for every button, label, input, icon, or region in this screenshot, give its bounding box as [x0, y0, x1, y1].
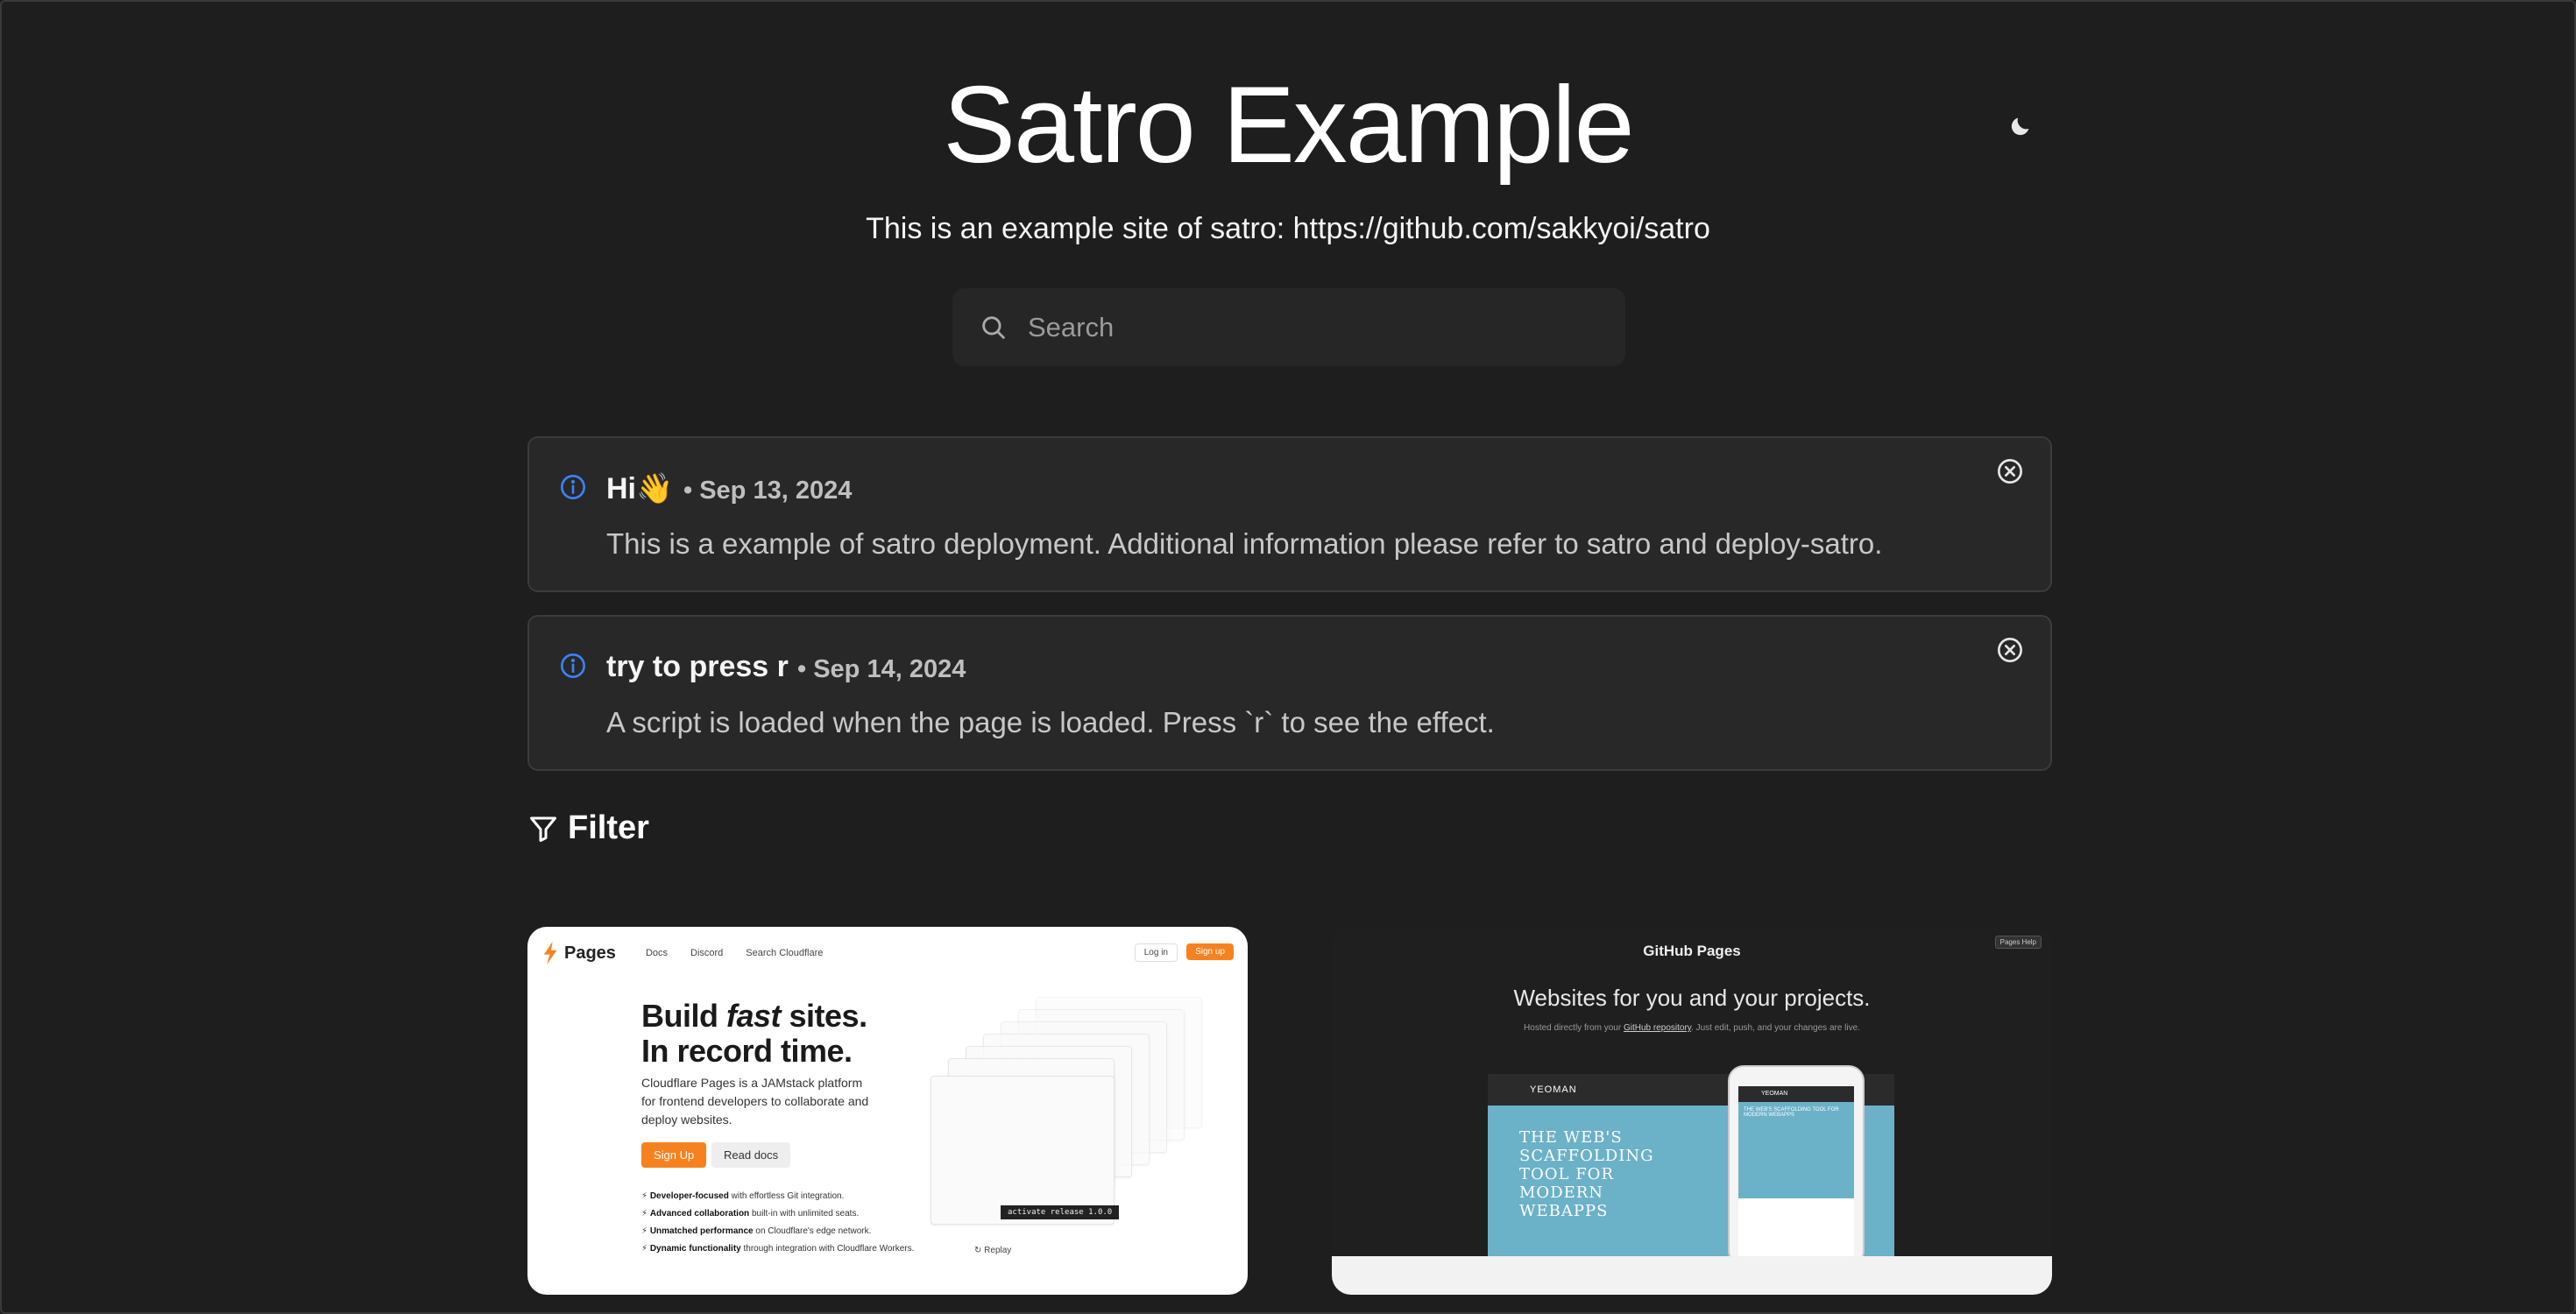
phone-hero: THE WEB'S SCAFFOLDING TOOL FOR MODERN WE…: [1738, 1102, 1854, 1198]
feature-bold: Advanced collaboration: [649, 1209, 750, 1219]
feature-item: ⚡ Advanced collaboration built-in with u…: [641, 1209, 860, 1219]
nav-search: Search Cloudflare: [746, 948, 824, 958]
feature-text: with effortless Git integration.: [728, 1191, 845, 1201]
feature-text: built-in with unlimited seats.: [749, 1209, 860, 1219]
feature-text: on Cloudflare's edge network.: [753, 1226, 872, 1236]
code-snippet: activate release 1.0.0: [1001, 1205, 1120, 1219]
replay-label: ↻ Replay: [974, 1246, 1012, 1255]
phone-navbar: YEOMAN: [1738, 1086, 1854, 1102]
close-icon[interactable]: [1996, 636, 2024, 664]
site-card-github-pages[interactable]: GitHub Pages Pages Help Websites for you…: [1332, 927, 2052, 1295]
page: Satro Example This is an example site of…: [0, 0, 2576, 1314]
feature-list: ⚡ Developer-focused with effortless Git …: [641, 1188, 914, 1258]
search-input[interactable]: [1028, 311, 1589, 343]
notice-body: A script is loaded when the page is load…: [606, 706, 1495, 738]
nav-docs: Docs: [645, 948, 668, 958]
feature-item: ⚡ Developer-focused with effortless Git …: [641, 1191, 845, 1201]
notice-date: • Sep 13, 2024: [683, 477, 853, 505]
login-button: Log in: [1134, 943, 1178, 962]
phone-screen: YEOMAN THE WEB'S SCAFFOLDING TOOL FOR MO…: [1738, 1086, 1854, 1265]
moon-icon: [2011, 117, 2029, 136]
subline-text: Hosted directly from your: [1524, 1023, 1624, 1033]
notice-title: try to press r: [606, 650, 789, 683]
filter-icon: [527, 813, 559, 844]
feature-item: ⚡ Unmatched performance on Cloudflare's …: [641, 1226, 872, 1236]
cloudflare-logo: Pages: [541, 942, 616, 964]
feature-bold: Unmatched performance: [649, 1226, 754, 1236]
info-icon: [561, 653, 585, 678]
card-preview-nav: Pages Docs Discord Search Cloudflare Log…: [541, 936, 1234, 971]
notice-date: • Sep 14, 2024: [797, 655, 966, 683]
card-subline: Hosted directly from your GitHub reposit…: [1332, 1023, 2052, 1033]
notice-body: This is a example of satro deployment. A…: [606, 527, 1883, 560]
subline-text: . Just edit, push, and your changes are …: [1691, 1023, 1860, 1033]
preview-signup-button: Sign Up: [641, 1142, 707, 1168]
preview-docs-button: Read docs: [711, 1142, 791, 1168]
phone-mockup: YEOMAN THE WEB'S SCAFFOLDING TOOL FOR MO…: [1728, 1065, 1865, 1267]
filter-button[interactable]: Filter: [527, 809, 649, 847]
subline-link: GitHub repository: [1623, 1023, 1692, 1033]
replay-text: Replay: [984, 1246, 1012, 1255]
signup-button: Sign up: [1186, 943, 1234, 960]
card-headline: Build fast sites. In record time.: [641, 999, 867, 1069]
sheet: [931, 1076, 1115, 1225]
headline-part: sites.: [781, 998, 868, 1034]
page-title: Satro Example: [943, 65, 1634, 186]
info-icon: [561, 475, 585, 499]
feature-bold: Dynamic functionality: [649, 1244, 741, 1254]
theme-toggle-button[interactable]: [2001, 107, 2040, 145]
feature-bold: Developer-focused: [649, 1191, 729, 1201]
card-footer-strip: [1332, 1256, 2052, 1295]
yeoman-hero-text: THE WEB'S SCAFFOLDING TOOL FOR MODERN WE…: [1519, 1128, 1654, 1220]
filter-label: Filter: [568, 809, 649, 846]
notice-card: try to press r • Sep 14, 2024 A script i…: [527, 615, 2052, 771]
close-icon[interactable]: [1996, 457, 2024, 485]
cloudflare-logo-text: Pages: [564, 943, 616, 963]
card-description: Cloudflare Pages is a JAMstack platform …: [641, 1076, 869, 1127]
feature-item: ⚡ Dynamic functionality through integrat…: [641, 1244, 915, 1254]
nav-discord: Discord: [690, 948, 724, 958]
headline-part: In record time.: [641, 1033, 853, 1069]
notice-title: Hi👋: [606, 472, 674, 505]
card-headline: Websites for you and your projects.: [1513, 985, 1871, 1011]
page-subtitle: This is an example site of satro: https:…: [866, 212, 1710, 245]
headline-emphasis: fast: [725, 998, 782, 1034]
search-icon: [979, 313, 1008, 343]
search-box[interactable]: [952, 288, 1625, 366]
site-card-cloudflare-pages[interactable]: Pages Docs Discord Search Cloudflare Log…: [527, 927, 1248, 1295]
headline-part: Build: [641, 998, 726, 1034]
github-pages-logo: GitHub Pages: [1643, 943, 1741, 959]
pages-help-button: Pages Help: [1994, 936, 2042, 949]
notice-card: Hi👋 • Sep 13, 2024 This is a example of …: [527, 436, 2052, 592]
feature-text: through integration with Cloudflare Work…: [740, 1244, 915, 1254]
